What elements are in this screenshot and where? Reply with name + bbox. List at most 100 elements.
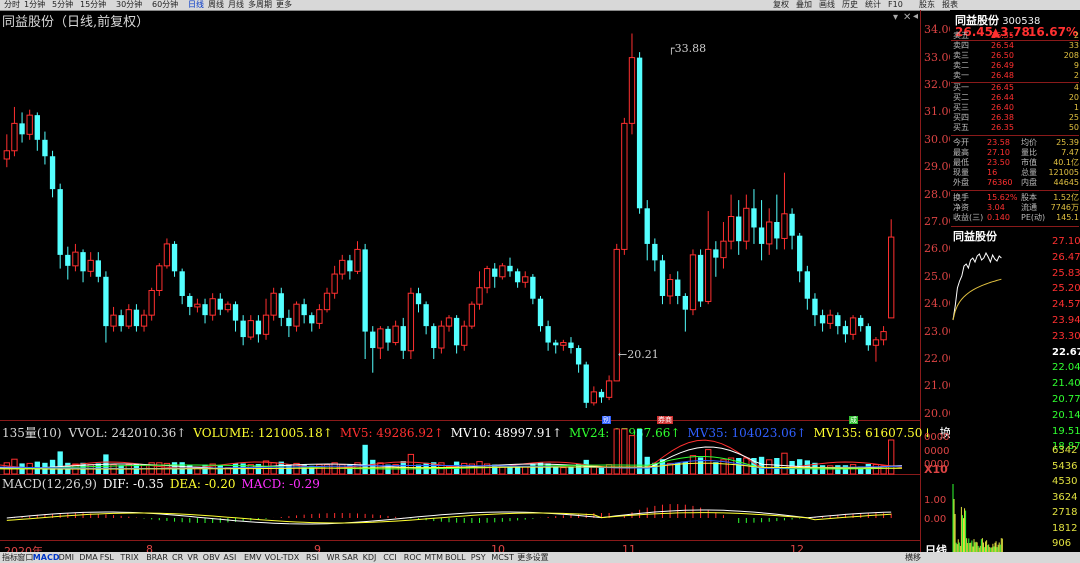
intraday-tick: 20.14	[1052, 410, 1080, 421]
stat-row: 最低 23.50 市值 40.1亿	[953, 158, 1079, 168]
candle-body	[65, 255, 70, 266]
stats-block: 今开 23.58 均价 25.39 最高 27.10 量比 7.47 最低 23.50 市值 40.1…	[953, 138, 1079, 188]
indicator-tabs: 指标 窗口 MACD DMI DMA FSL TRIX BRAR CR VR OBV ASI EMV VO…	[0, 552, 1080, 563]
candle-body	[698, 255, 703, 302]
candle-body	[645, 208, 650, 244]
stat-label: 流通	[1021, 203, 1037, 213]
indicator-tab[interactable]: PSY	[471, 552, 486, 563]
candle-body	[80, 252, 85, 271]
candle-body	[401, 326, 406, 351]
intraday-vol-tick: 1812	[1052, 523, 1077, 534]
candle-body	[561, 343, 566, 346]
candle-body	[172, 244, 177, 271]
period-tab[interactable]: 15分钟	[80, 0, 106, 10]
candle-body	[492, 269, 497, 277]
candle-body	[378, 329, 383, 348]
candle-body	[111, 315, 116, 326]
indicator-tab[interactable]: WR	[327, 552, 340, 563]
indicator-tab[interactable]: MACD	[33, 552, 60, 563]
orderbook-volume: 2	[1074, 31, 1079, 41]
indicator-tab[interactable]: CR	[172, 552, 183, 563]
orderbook-volume: 9	[1074, 61, 1079, 71]
toolbar-button[interactable]: 股东	[919, 0, 935, 10]
indicator-tab[interactable]: VR	[187, 552, 198, 563]
stat-label: 外盘	[953, 178, 969, 188]
candle-body	[58, 189, 63, 255]
stat-value: 7.47	[1061, 148, 1079, 158]
toolbar-button[interactable]: 统计	[865, 0, 881, 10]
vol-unit: X10	[924, 463, 948, 476]
indicator-tab[interactable]: 指标	[2, 552, 18, 563]
period-tab[interactable]: 分时	[4, 0, 20, 10]
orderbook-price: 26.40	[991, 103, 1014, 113]
indicator-tab[interactable]: 更多	[517, 552, 533, 563]
indicator-tab[interactable]: OBV	[203, 552, 220, 563]
period-tab[interactable]: 周线	[208, 0, 224, 10]
period-tab[interactable]: 月线	[228, 0, 244, 10]
toolbar-button[interactable]: 报表	[942, 0, 958, 10]
toolbar-button[interactable]: 叠加	[796, 0, 812, 10]
orderbook-row: 卖四 26.54 33	[953, 41, 1079, 51]
toolbar-button[interactable]: 复权	[773, 0, 789, 10]
expand-icon[interactable]: ◂	[913, 11, 918, 22]
candle-body	[393, 326, 398, 342]
orderbook-label: 买一	[953, 83, 969, 93]
indicator-tab[interactable]: CCI	[383, 552, 397, 563]
period-tab[interactable]: 1分钟	[24, 0, 45, 10]
indicator-tab[interactable]: BRAR	[146, 552, 168, 563]
candle-body	[866, 326, 871, 345]
candle-body	[225, 304, 230, 309]
stat-row: 净资 3.04 流通 7746万	[953, 203, 1079, 213]
stats-block-2: 换手 15.62% 股本 1.52亿 净资 3.04 流通 7746万 收益(三) 0.140 PE…	[953, 193, 1079, 223]
stat-value: 16	[987, 168, 997, 178]
indicator-tab[interactable]: EMV	[244, 552, 261, 563]
indicator-tab[interactable]: KDJ	[363, 552, 377, 563]
candle-body	[103, 277, 108, 326]
candle-body	[881, 332, 886, 340]
stat-label: 股本	[1021, 193, 1037, 203]
indicator-tab[interactable]: 设置	[533, 552, 549, 563]
period-tab[interactable]: 60分钟	[152, 0, 178, 10]
indicator-tab[interactable]: FSL	[100, 552, 114, 563]
period-tab[interactable]: 更多	[276, 0, 292, 10]
toolbar-button[interactable]: 历史	[842, 0, 858, 10]
orderbook-price: 26.38	[991, 113, 1014, 123]
candle-body	[629, 58, 634, 124]
volume-bar	[553, 467, 558, 474]
horizontal-move-button[interactable]: 横移	[905, 552, 921, 563]
orderbook-label: 买四	[953, 113, 969, 123]
period-tab[interactable]: 5分钟	[52, 0, 73, 10]
candle-body	[500, 266, 505, 277]
indicator-tab[interactable]: ASI	[223, 552, 236, 563]
intraday-chart[interactable]	[951, 236, 1051, 556]
period-tab[interactable]: 多周期	[248, 0, 272, 10]
period-tab[interactable]: 30分钟	[116, 0, 142, 10]
candle-body	[576, 348, 581, 364]
candle-body	[614, 249, 619, 381]
indicator-tab[interactable]: RSI	[306, 552, 319, 563]
indicator-tab[interactable]: TRIX	[120, 552, 138, 563]
indicator-tab[interactable]: MTM	[424, 552, 443, 563]
indicator-tab[interactable]: ROC	[404, 552, 421, 563]
candle-body	[423, 304, 428, 326]
stat-value: 76360	[987, 178, 1012, 188]
candle-body	[805, 271, 810, 298]
toolbar-button[interactable]: 画线	[819, 0, 835, 10]
stat-value: 121005	[1048, 168, 1079, 178]
stat-value: 7746万	[1051, 203, 1079, 213]
indicator-tab[interactable]: SAR	[342, 552, 358, 563]
indicator-tab[interactable]: VOL-TDX	[265, 552, 300, 563]
indicator-tab[interactable]: BOLL	[445, 552, 466, 563]
indicator-tab[interactable]: 窗口	[17, 552, 33, 563]
period-tab[interactable]: 日线	[188, 0, 204, 10]
indicator-tab[interactable]: DMI	[59, 552, 74, 563]
volume-bar	[736, 458, 741, 474]
candle-body	[545, 326, 550, 342]
toolbar-button[interactable]: F10	[888, 0, 903, 10]
candle-body	[660, 260, 665, 296]
indicator-tab[interactable]: MCST	[491, 552, 513, 563]
volume-bar	[843, 465, 848, 474]
stat-label: 净资	[953, 203, 969, 213]
indicator-tab[interactable]: DMA	[79, 552, 98, 563]
candlestick-chart[interactable]	[0, 22, 920, 422]
